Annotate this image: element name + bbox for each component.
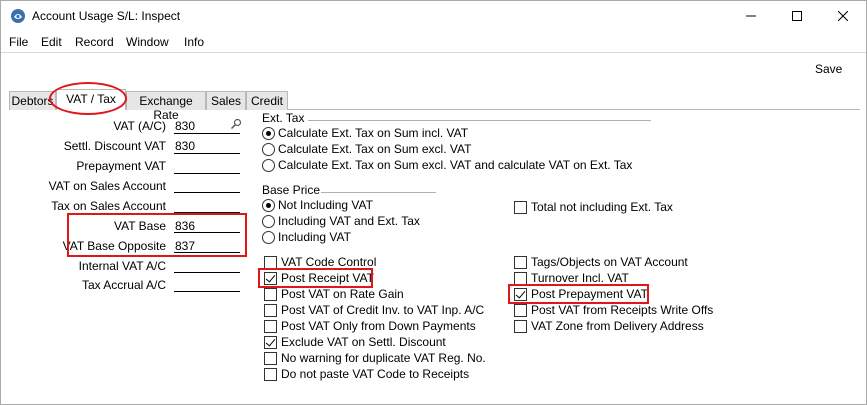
radio-button[interactable] [262,214,275,228]
maximize-icon [792,11,802,21]
tab-exchange-rate[interactable]: Exchange Rate [126,91,206,122]
ext-tax-option[interactable]: Calculate Ext. Tax on Sum incl. VAT [262,126,468,140]
annotation-box-post-prepayment-vat [508,284,649,304]
app-icon [11,9,25,23]
checkbox[interactable] [514,271,527,285]
post-vat-credit-inv-checkbox[interactable]: Post VAT of Credit Inv. to VAT Inp. A/C [264,303,484,317]
close-button[interactable] [820,1,866,31]
annotation-box-post-receipt-vat [258,268,373,288]
total-not-incl-ext-tax-checkbox[interactable]: Total not including Ext. Tax [514,200,673,214]
toolbar: Save [1,52,866,88]
base-price-heading: Base Price [262,183,321,197]
tab-credit[interactable]: Credit [246,91,288,110]
tags-objects-vat-account-checkbox[interactable]: Tags/Objects on VAT Account [514,255,688,269]
do-not-paste-vat-code-checkbox[interactable]: Do not paste VAT Code to Receipts [264,367,469,381]
menu-record[interactable]: Record [75,35,114,49]
vat-zone-delivery-address-checkbox[interactable]: VAT Zone from Delivery Address [514,319,704,333]
base-price-option[interactable]: Not Including VAT [262,198,373,212]
radio-button[interactable] [262,198,275,212]
no-warning-duplicate-vat-checkbox[interactable]: No warning for duplicate VAT Reg. No. [264,351,486,365]
search-icon[interactable] [230,118,242,130]
turnover-incl-vat-checkbox[interactable]: Turnover Incl. VAT [514,271,629,285]
checkbox[interactable] [514,255,527,269]
checkbox[interactable] [514,303,527,317]
field-label: VAT (A/C) [113,119,166,133]
checkbox[interactable] [514,319,527,333]
checkbox[interactable] [264,319,277,333]
inspect-window: Account Usage S/L: Inspect File Edit Rec… [0,0,867,405]
vat-code-control-checkbox[interactable]: VAT Code Control [264,255,376,269]
post-vat-on-rate-gain-checkbox[interactable]: Post VAT on Rate Gain [264,287,404,301]
field-label: Tax on Sales Account [51,199,166,213]
menu-file[interactable]: File [9,35,28,49]
checkbox[interactable] [264,367,277,381]
checkbox[interactable] [264,335,277,349]
close-icon [838,11,848,21]
checkbox[interactable] [264,287,277,301]
vat-ac-field[interactable]: 830 [175,119,195,133]
field-label: VAT on Sales Account [48,179,166,193]
menu-edit[interactable]: Edit [41,35,62,49]
base-price-option[interactable]: Including VAT [262,230,351,244]
base-price-option[interactable]: Including VAT and Ext. Tax [262,214,420,228]
field-label: Prepayment VAT [76,159,166,173]
field-label: Settl. Discount VAT [63,139,166,153]
save-button[interactable]: Save [815,62,842,76]
exclude-vat-settl-discount-checkbox[interactable]: Exclude VAT on Settl. Discount [264,335,446,349]
menu-info[interactable]: Info [184,35,204,49]
post-vat-receipts-write-offs-checkbox[interactable]: Post VAT from Receipts Write Offs [514,303,713,317]
radio-button[interactable] [262,126,275,140]
annotation-circle-vat-tab [49,82,127,115]
checkbox[interactable] [264,303,277,317]
checkbox[interactable] [514,200,527,214]
annotation-box-vat-base [67,213,247,257]
title-bar: Account Usage S/L: Inspect [1,1,866,31]
settl-discount-vat-field[interactable]: 830 [175,139,195,153]
checkbox[interactable] [264,351,277,365]
window-title: Account Usage S/L: Inspect [32,9,181,23]
radio-button[interactable] [262,158,275,172]
checkbox[interactable] [264,255,277,269]
radio-button[interactable] [262,230,275,244]
minimize-button[interactable] [728,1,774,31]
ext-tax-option[interactable]: Calculate Ext. Tax on Sum excl. VAT [262,142,471,156]
minimize-icon [746,15,756,17]
ext-tax-heading: Ext. Tax [262,111,305,125]
field-label: Tax Accrual A/C [81,278,166,292]
field-label: Internal VAT A/C [78,259,166,273]
menu-window[interactable]: Window [126,35,169,49]
post-vat-down-payments-checkbox[interactable]: Post VAT Only from Down Payments [264,319,476,333]
maximize-button[interactable] [774,1,820,31]
tab-sales[interactable]: Sales [206,91,246,110]
ext-tax-option[interactable]: Calculate Ext. Tax on Sum excl. VAT and … [262,158,632,172]
menu-bar: File Edit Record Window Info [1,32,866,52]
radio-button[interactable] [262,142,275,156]
